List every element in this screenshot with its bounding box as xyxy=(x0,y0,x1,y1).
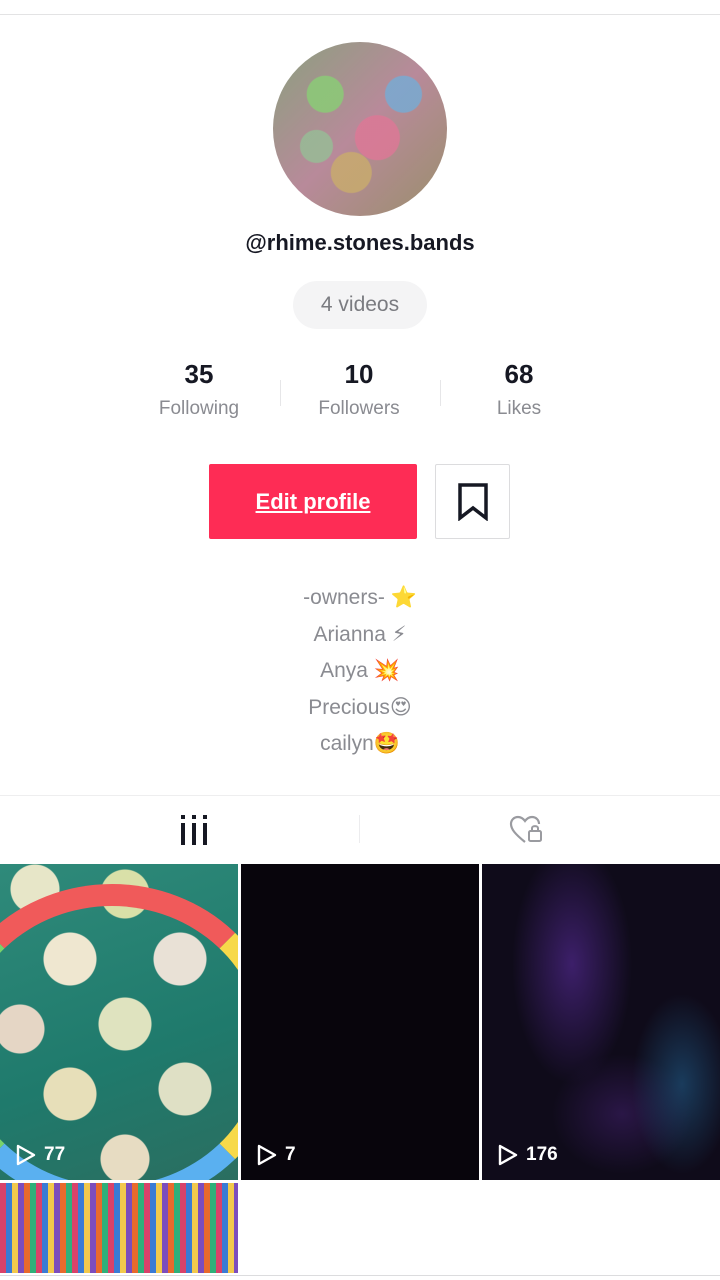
video-thumbnail[interactable]: 7 xyxy=(241,864,479,1180)
heart-lock-icon xyxy=(509,815,542,843)
profile-bio: -owners- ⭐ Arianna ⚡ Anya 💥 Precious😍 ca… xyxy=(0,580,720,763)
bio-line: Arianna ⚡ xyxy=(313,622,407,646)
bio-line: Precious😍 xyxy=(308,695,412,719)
stat-likes-label: Likes xyxy=(496,398,542,419)
top-divider xyxy=(0,0,720,15)
tab-separator xyxy=(359,815,360,843)
bio-line: Anya 💥 xyxy=(320,659,400,682)
stat-following-label: Following xyxy=(158,398,240,419)
play-icon xyxy=(257,1144,277,1166)
bio-line: cailyn🤩 xyxy=(320,732,400,755)
video-thumbnail[interactable] xyxy=(0,1183,238,1273)
bio-line: -owners- ⭐ xyxy=(303,586,417,609)
videos-count-badge[interactable]: 4 videos xyxy=(293,281,427,329)
profile-username: @rhime.stones.bands xyxy=(245,230,475,255)
stat-following[interactable]: 35 Following xyxy=(119,358,279,420)
stat-likes-value: 68 xyxy=(504,359,534,389)
play-icon xyxy=(16,1144,36,1166)
video-thumbnail[interactable]: 77 xyxy=(0,864,238,1180)
stat-following-value: 35 xyxy=(184,359,214,389)
play-icon xyxy=(498,1144,518,1166)
profile-avatar[interactable] xyxy=(273,42,447,216)
play-count-value: 176 xyxy=(526,1144,558,1165)
favorites-button[interactable] xyxy=(435,464,510,539)
play-count-value: 7 xyxy=(285,1144,296,1165)
play-count-value: 77 xyxy=(44,1144,66,1165)
play-count: 77 xyxy=(16,1144,65,1166)
tabs-divider xyxy=(0,795,720,796)
tab-liked[interactable] xyxy=(496,808,556,852)
stat-followers-label: Followers xyxy=(318,398,400,419)
play-count: 7 xyxy=(257,1144,296,1166)
grid-columns-icon xyxy=(181,815,207,845)
stat-followers[interactable]: 10 Followers xyxy=(279,358,439,420)
edit-profile-button[interactable]: Edit profile xyxy=(209,464,417,539)
bottom-divider xyxy=(0,1275,720,1276)
play-count: 176 xyxy=(498,1144,558,1166)
tab-videos[interactable] xyxy=(164,808,224,852)
stat-likes[interactable]: 68 Likes xyxy=(439,358,599,420)
bookmark-icon xyxy=(457,482,488,521)
bracelet-image xyxy=(0,884,238,1180)
stat-followers-value: 10 xyxy=(344,359,374,389)
video-thumbnail[interactable]: 176 xyxy=(482,864,720,1180)
